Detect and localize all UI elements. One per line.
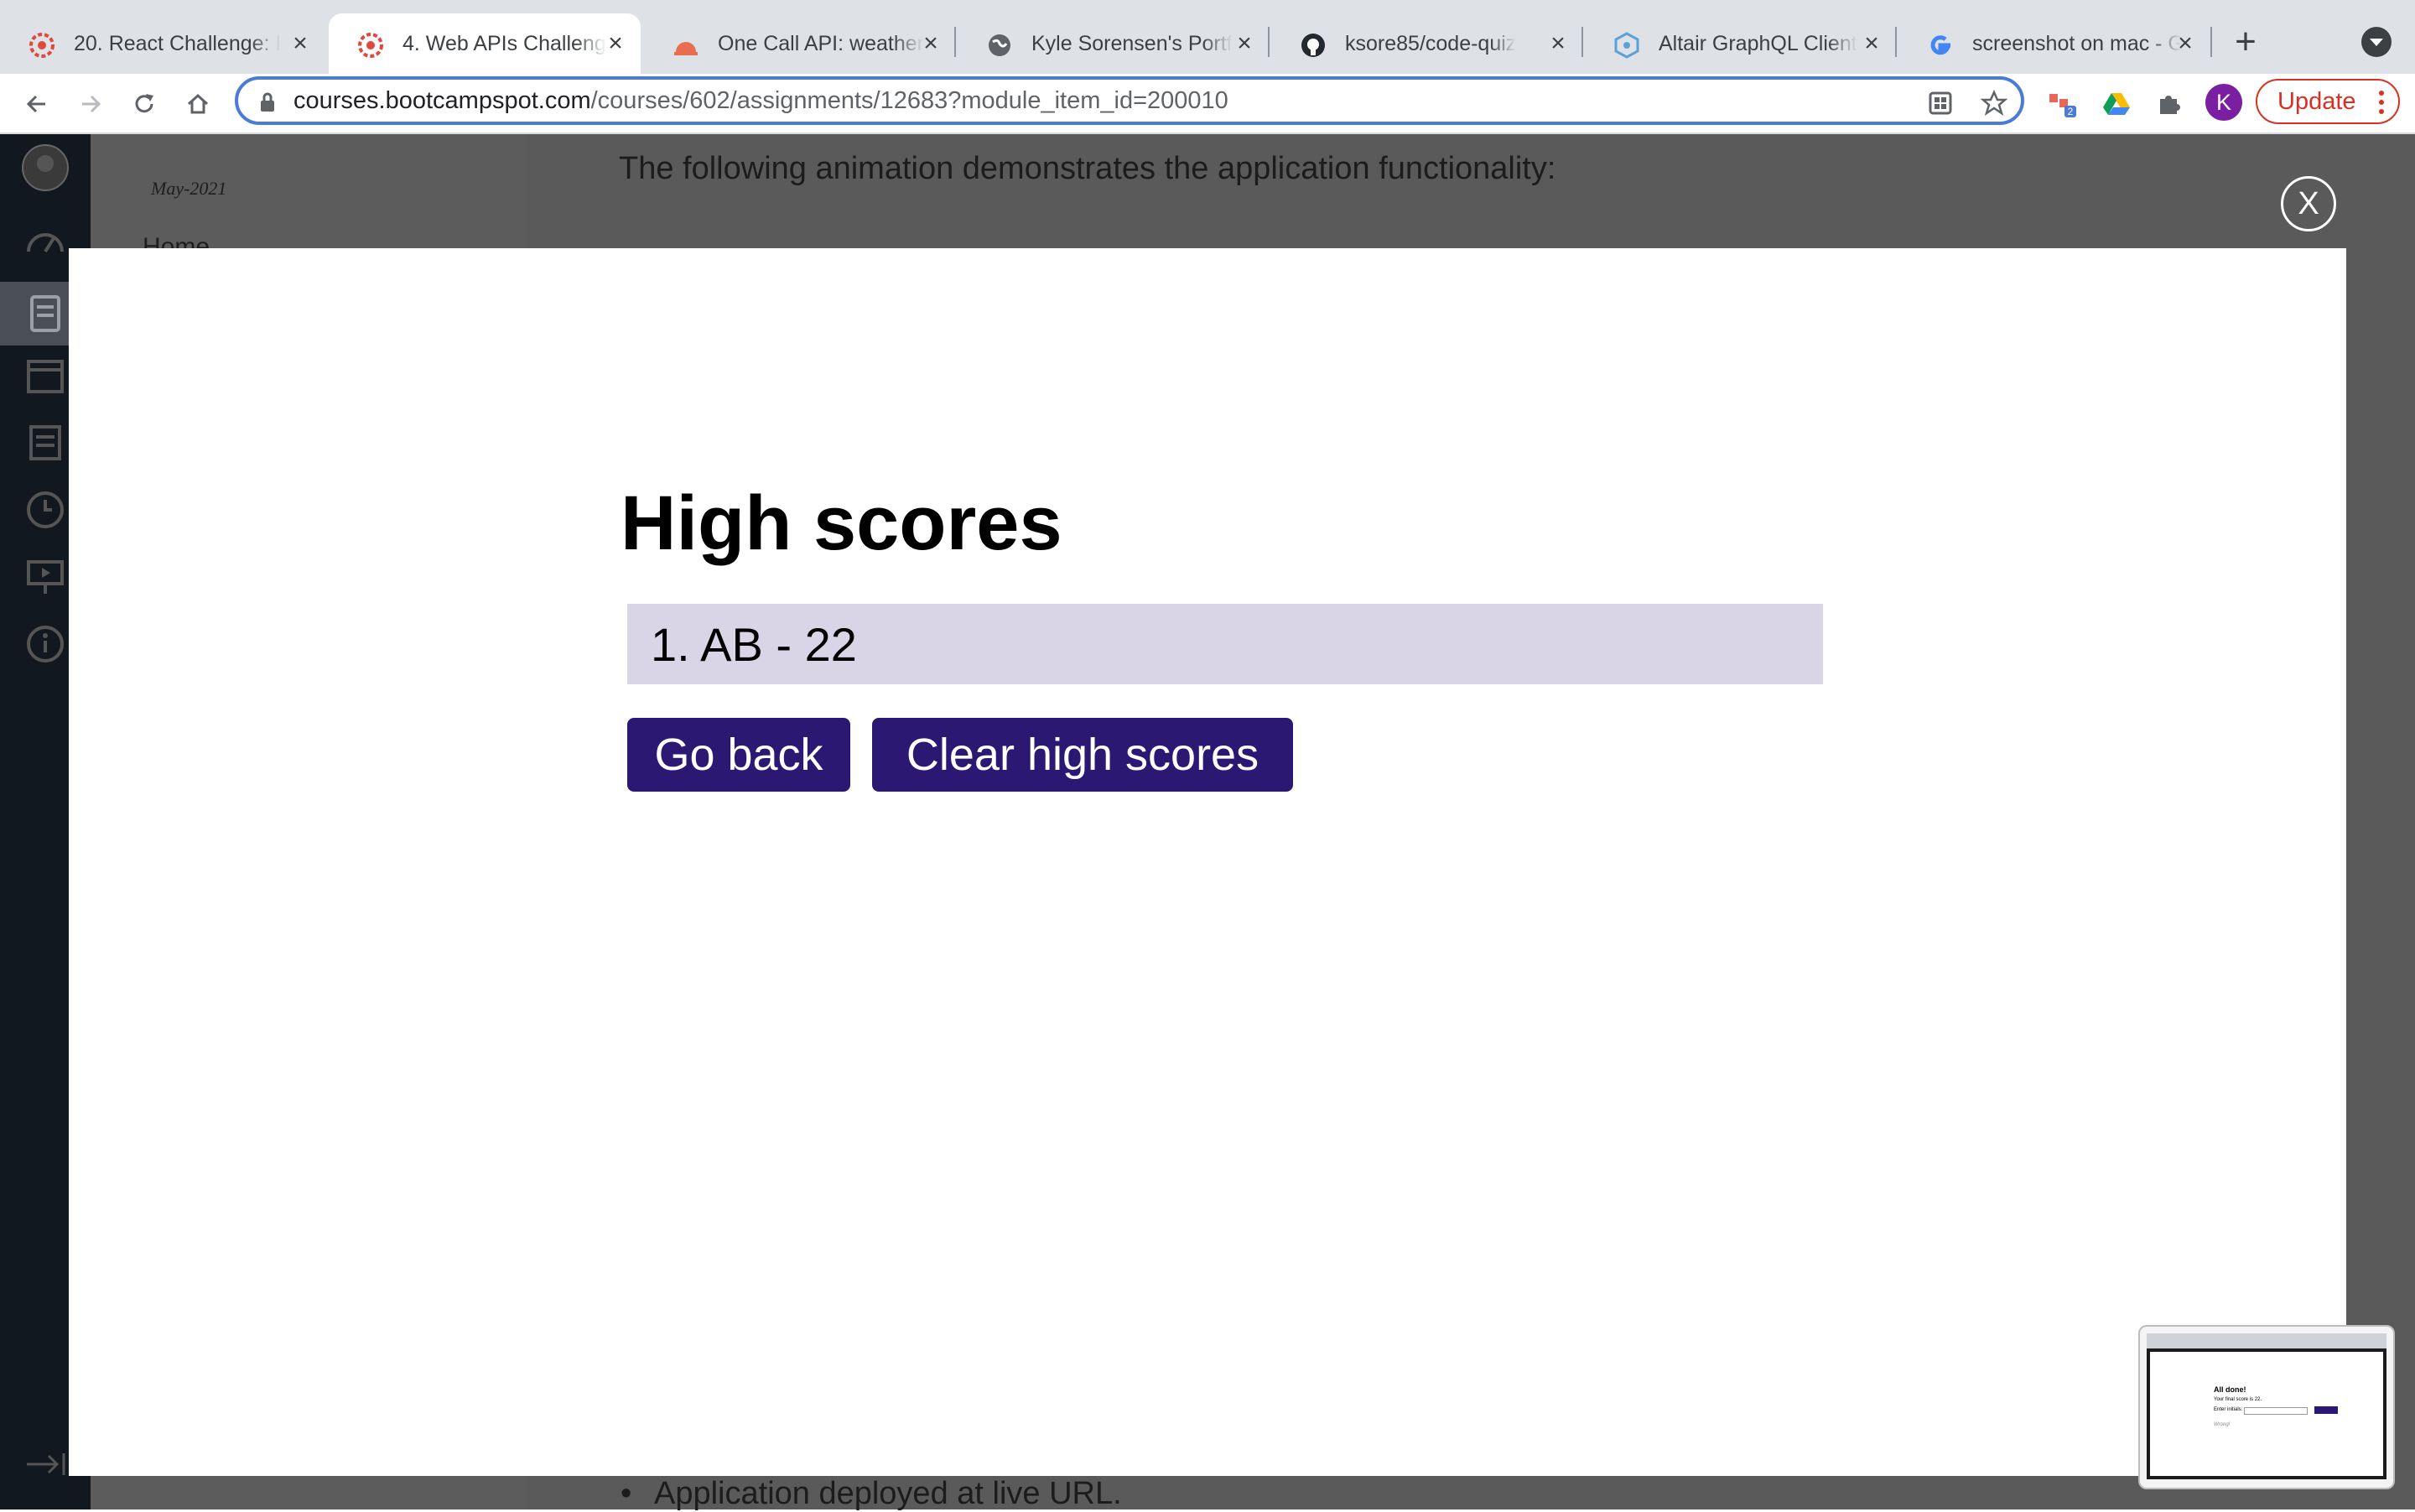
install-app-icon[interactable]	[1927, 90, 1954, 117]
bootcamp-icon	[29, 32, 55, 59]
thumbnail-page: All done! Your final score is 22. Enter …	[2147, 1348, 2386, 1479]
history-clock-icon[interactable]	[20, 485, 70, 535]
close-tab-icon[interactable]: ×	[1543, 29, 1573, 59]
inbox-icon[interactable]	[20, 418, 70, 468]
tab-search-icon[interactable]	[2361, 27, 2392, 57]
bootcamp-icon	[357, 32, 384, 59]
tab-separator	[1581, 27, 1583, 57]
tab-google-search[interactable]: screenshot on mac - G ×	[1898, 13, 2210, 74]
studio-icon[interactable]	[20, 552, 70, 602]
url-path: /courses/602/assignments/12683?module_it…	[590, 86, 1228, 114]
clear-high-scores-button[interactable]: Clear high scores	[872, 718, 1293, 792]
tab-separator	[1895, 27, 1897, 57]
openweather-icon	[673, 32, 699, 59]
tab-strip: 20. React Challenge: I × 4. Web APIs Cha…	[0, 0, 2415, 74]
tab-title: Kyle Sorensen's Portf	[1031, 31, 1233, 55]
tab-title: Altair GraphQL Client	[1659, 31, 1857, 55]
close-modal-button[interactable]: X	[2281, 176, 2336, 231]
close-tab-icon[interactable]: ×	[2170, 29, 2200, 59]
google-icon	[1927, 32, 1954, 59]
url-text: courses.bootcampspot.com/courses/602/ass…	[293, 87, 1228, 115]
more-menu-icon[interactable]	[2378, 89, 2385, 122]
lock-icon[interactable]	[258, 91, 277, 117]
update-button[interactable]: Update	[2256, 79, 2400, 124]
new-tab-icon[interactable]: +	[2225, 21, 2266, 62]
tab-title: ksore85/code-quiz	[1345, 31, 1517, 55]
thumbnail-score-text: Your final score is 22.	[2214, 1397, 2262, 1402]
address-bar[interactable]: courses.bootcampspot.com/courses/602/ass…	[235, 76, 2024, 125]
user-avatar[interactable]	[20, 143, 70, 193]
forward-arrow-icon[interactable]	[70, 84, 111, 124]
tab-web-apis-challenge[interactable]: 4. Web APIs Challeng ×	[329, 13, 641, 74]
extension-icon[interactable]: 2	[2043, 84, 2083, 124]
globe-icon	[986, 32, 1013, 59]
reload-icon[interactable]	[124, 84, 164, 124]
thumbnail-initials-input	[2244, 1407, 2308, 1415]
close-tab-icon[interactable]: ×	[1857, 29, 1887, 59]
bookmark-star-icon[interactable]	[1981, 90, 2007, 117]
thumbnail-browser-bar	[2147, 1333, 2386, 1348]
back-arrow-icon[interactable]	[17, 84, 57, 124]
tab-separator	[2210, 27, 2212, 57]
calendar-icon[interactable]	[20, 351, 70, 401]
course-term: May-2021	[151, 178, 227, 199]
go-back-button[interactable]: Go back	[627, 718, 850, 792]
high-scores-heading: High scores	[621, 481, 1062, 566]
github-icon	[1300, 32, 1327, 59]
thumbnail-submit-button	[2314, 1406, 2338, 1414]
extensions-puzzle-icon[interactable]	[2148, 84, 2189, 124]
home-icon[interactable]	[178, 84, 218, 124]
url-host: courses.bootcampspot.com	[293, 86, 591, 114]
thumbnail-initials-label: Enter initials:	[2214, 1407, 2243, 1412]
tab-altair[interactable]: Altair GraphQL Client ×	[1585, 13, 1897, 74]
tab-title: One Call API: weather	[718, 31, 924, 55]
close-tab-icon[interactable]: ×	[916, 29, 946, 59]
tab-react-challenge[interactable]: 20. React Challenge: I ×	[0, 13, 325, 74]
browser-toolbar: courses.bootcampspot.com/courses/602/ass…	[0, 74, 2415, 134]
image-lightbox: High scores 1. AB - 22 Go back Clear hig…	[69, 248, 2346, 1476]
tab-title: 4. Web APIs Challeng	[402, 31, 606, 55]
tab-title: screenshot on mac - G	[1972, 31, 2182, 55]
tab-title: 20. React Challenge: I	[74, 31, 282, 55]
thumbnail-feedback: Wrong!	[2214, 1422, 2231, 1427]
tab-code-quiz[interactable]: ksore85/code-quiz ×	[1271, 13, 1583, 74]
tab-one-call-api[interactable]: One Call API: weather ×	[644, 13, 956, 74]
extension-badge: 2	[2068, 106, 2074, 117]
screenshot-thumbnail[interactable]: All done! Your final score is 22. Enter …	[2138, 1325, 2395, 1489]
dashboard-icon[interactable]	[20, 215, 70, 265]
tab-separator	[954, 27, 956, 57]
collapse-nav-icon[interactable]	[25, 1447, 67, 1481]
close-tab-icon[interactable]: ×	[600, 29, 631, 59]
tab-separator	[1268, 27, 1270, 57]
help-icon[interactable]	[20, 619, 70, 669]
assignment-bullet: Application deployed at live URL.	[621, 1476, 1122, 1512]
close-tab-icon[interactable]: ×	[1229, 29, 1259, 59]
altair-icon	[1613, 32, 1640, 59]
close-tab-icon[interactable]: ×	[285, 29, 315, 59]
update-label: Update	[2277, 87, 2356, 115]
tab-portfolio[interactable]: Kyle Sorensen's Portf ×	[958, 13, 1270, 74]
google-drive-icon[interactable]	[2096, 84, 2137, 124]
thumbnail-title: All done!	[2214, 1385, 2246, 1394]
score-list-item: 1. AB - 22	[627, 604, 1823, 684]
profile-avatar[interactable]: K	[2205, 84, 2242, 121]
assignment-intro-text: The following animation demonstrates the…	[619, 151, 1556, 186]
